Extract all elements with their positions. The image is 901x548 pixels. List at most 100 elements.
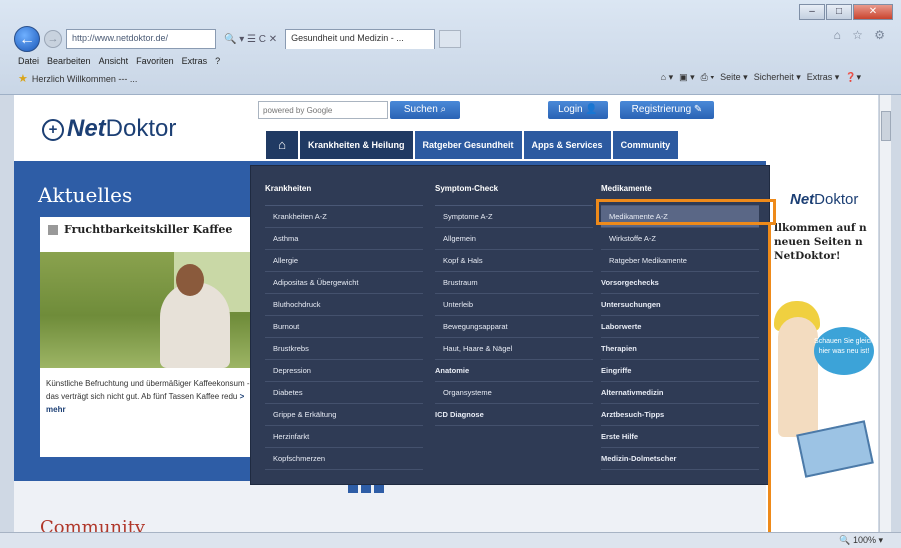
forward-button[interactable]: → [44, 30, 62, 48]
news-card-image[interactable] [40, 252, 254, 368]
menu-section[interactable]: Vorsorgechecks [601, 272, 759, 294]
menu-item[interactable]: Wirkstoffe A-Z [601, 228, 759, 250]
menu-favorites[interactable]: Favoriten [136, 56, 174, 66]
cmd-tools[interactable]: Extras ▾ [807, 72, 840, 83]
maximize-button[interactable]: □ [826, 4, 852, 20]
minimize-button[interactable]: – [799, 4, 825, 20]
welcome-text: llkommen auf n neuen Seiten n NetDoktor! [774, 222, 867, 262]
menu-item[interactable]: Organsysteme [435, 382, 593, 404]
carousel-pager [348, 485, 384, 493]
browser-tab[interactable]: Gesundheit und Medizin - ... [285, 29, 436, 49]
menu-header-anatomie[interactable]: Anatomie [435, 360, 593, 382]
speech-bubble[interactable]: Schauen Sie gleich hier was neu ist! [814, 327, 874, 375]
address-tools[interactable]: 🔍 ▾ ☰ C ✕ [220, 34, 281, 45]
menu-section[interactable]: Eingriffe [601, 360, 759, 382]
print-icon[interactable]: ⎙ ▾ [701, 72, 714, 83]
menu-section[interactable]: Medizin-Dolmetscher [601, 448, 759, 470]
scrollbar-thumb[interactable] [881, 111, 891, 141]
menu-item[interactable]: Kopf & Hals [435, 250, 593, 272]
nav-community[interactable]: Community [612, 131, 679, 159]
menu-section[interactable]: Erste Hilfe [601, 426, 759, 448]
article-square-icon [48, 225, 58, 235]
menu-item[interactable]: Burnout [265, 316, 423, 338]
menu-item[interactable]: Ratgeber Medikamente [601, 250, 759, 272]
help-icon[interactable]: ❓▾ [845, 72, 861, 83]
menu-section[interactable]: Alternativmedizin [601, 382, 759, 404]
search-button-label: Suchen [403, 104, 438, 115]
favorite-link[interactable]: Herzlich Willkommen --- ... [32, 74, 138, 84]
sidebar-logo-net: Net [790, 191, 815, 208]
menu-col-krankheiten: Krankheiten Krankheiten A-Z Asthma Aller… [265, 184, 423, 470]
menu-view[interactable]: Ansicht [99, 56, 129, 66]
menu-section[interactable]: Laborwerte [601, 316, 759, 338]
netdoktor-logo[interactable]: + NetDoktor [42, 115, 176, 143]
register-button[interactable]: Registrierung ✎ [620, 101, 714, 119]
menu-section[interactable]: Untersuchungen [601, 294, 759, 316]
menu-file[interactable]: Datei [18, 56, 39, 66]
news-card[interactable]: Fruchtbarkeitskiller Kaffee Künstliche B… [40, 217, 254, 457]
nav-home-icon[interactable]: ⌂ [266, 131, 298, 159]
menu-help[interactable]: ? [215, 56, 220, 66]
zoom-value: 100% [852, 535, 876, 545]
menu-item[interactable]: Herzinfarkt [265, 426, 423, 448]
search-input[interactable] [258, 101, 388, 119]
tab-title: Gesundheit und Medizin - ... [291, 33, 404, 43]
search-button[interactable]: Suchen ⌕ [390, 101, 460, 119]
pager-dot-3[interactable] [374, 485, 384, 493]
command-bar: ⌂ ▾ ▣ ▾ ⎙ ▾ Seite ▾ Sicherheit ▾ Extras … [661, 72, 861, 83]
cmd-page[interactable]: Seite ▾ [720, 72, 748, 83]
menu-item[interactable]: Haut, Haare & Nägel [435, 338, 593, 360]
nav-ratgeber[interactable]: Ratgeber Gesundheit [414, 131, 522, 159]
main-nav: ⌂ Krankheiten & Heilung Ratgeber Gesundh… [266, 131, 679, 159]
menu-item[interactable]: Adipositas & Übergewicht [265, 272, 423, 294]
menu-item[interactable]: Allergie [265, 250, 423, 272]
address-bar[interactable]: http://www.netdoktor.de/ [66, 29, 216, 49]
home-star-gear-icons[interactable]: ⌂ ☆ ⚙ [834, 28, 889, 42]
menu-item[interactable]: Allgemein [435, 228, 593, 250]
pager-dot-1[interactable] [348, 485, 358, 493]
menu-header-icd[interactable]: ICD Diagnose [435, 404, 593, 426]
home-icon[interactable]: ⌂ ▾ [661, 72, 673, 83]
nav-krankheiten[interactable]: Krankheiten & Heilung [300, 131, 413, 159]
menu-item[interactable]: Bewegungsapparat [435, 316, 593, 338]
vertical-scrollbar[interactable] [879, 95, 891, 532]
menu-header-symptom-check[interactable]: Symptom-Check [435, 184, 593, 206]
news-card-title[interactable]: Fruchtbarkeitskiller Kaffee [48, 223, 232, 236]
favorites-star-icon[interactable]: ★ [18, 72, 28, 85]
page-viewport: +NetDoktor Suchen ⌕ Login 👤 Registrierun… [14, 95, 878, 532]
highlight-annotation-box [596, 199, 776, 225]
pager-dot-2[interactable] [361, 485, 371, 493]
menu-item[interactable]: Brustraum [435, 272, 593, 294]
menu-item[interactable]: Grippe & Erkältung [265, 404, 423, 426]
menu-item[interactable]: Diabetes [265, 382, 423, 404]
cmd-safety[interactable]: Sicherheit ▾ [754, 72, 801, 83]
feeds-icon[interactable]: ▣ ▾ [679, 72, 695, 83]
menu-header-krankheiten[interactable]: Krankheiten [265, 184, 423, 206]
menu-item[interactable]: Krankheiten A-Z [265, 206, 423, 228]
menu-edit[interactable]: Bearbeiten [47, 56, 91, 66]
menu-col-medikamente: Medikamente Medikamente A-Z Wirkstoffe A… [601, 184, 759, 470]
sidebar-logo-doktor: Doktor [814, 191, 859, 208]
nav-apps[interactable]: Apps & Services [523, 131, 611, 159]
menu-item[interactable]: Depression [265, 360, 423, 382]
menu-item[interactable]: Brustkrebs [265, 338, 423, 360]
address-text: http://www.netdoktor.de/ [72, 33, 169, 43]
menu-item[interactable]: Unterleib [435, 294, 593, 316]
menu-section[interactable]: Therapien [601, 338, 759, 360]
logo-plus-icon: + [42, 118, 64, 141]
menu-item[interactable]: Bluthochdruck [265, 294, 423, 316]
login-button[interactable]: Login 👤 [548, 101, 608, 119]
menu-item[interactable]: Kopfschmerzen [265, 448, 423, 470]
menu-tools[interactable]: Extras [182, 56, 208, 66]
menu-section[interactable]: Arztbesuch-Tipps [601, 404, 759, 426]
back-button[interactable]: ← [14, 26, 40, 52]
new-tab-button[interactable] [439, 30, 462, 48]
close-window-button[interactable]: ✕ [853, 4, 893, 20]
menu-item[interactable]: Symptome A-Z [435, 206, 593, 228]
zoom-level[interactable]: 🔍 100% ▾ [839, 535, 883, 546]
window-controls: – □ ✕ [799, 4, 893, 20]
browser-chrome: – □ ✕ ← → http://www.netdoktor.de/ 🔍 ▾ ☰… [0, 0, 901, 95]
menu-item[interactable]: Asthma [265, 228, 423, 250]
welcome-sidebar: NetDoktor llkommen auf n neuen Seiten n … [770, 177, 878, 481]
login-label: Login [558, 104, 583, 115]
